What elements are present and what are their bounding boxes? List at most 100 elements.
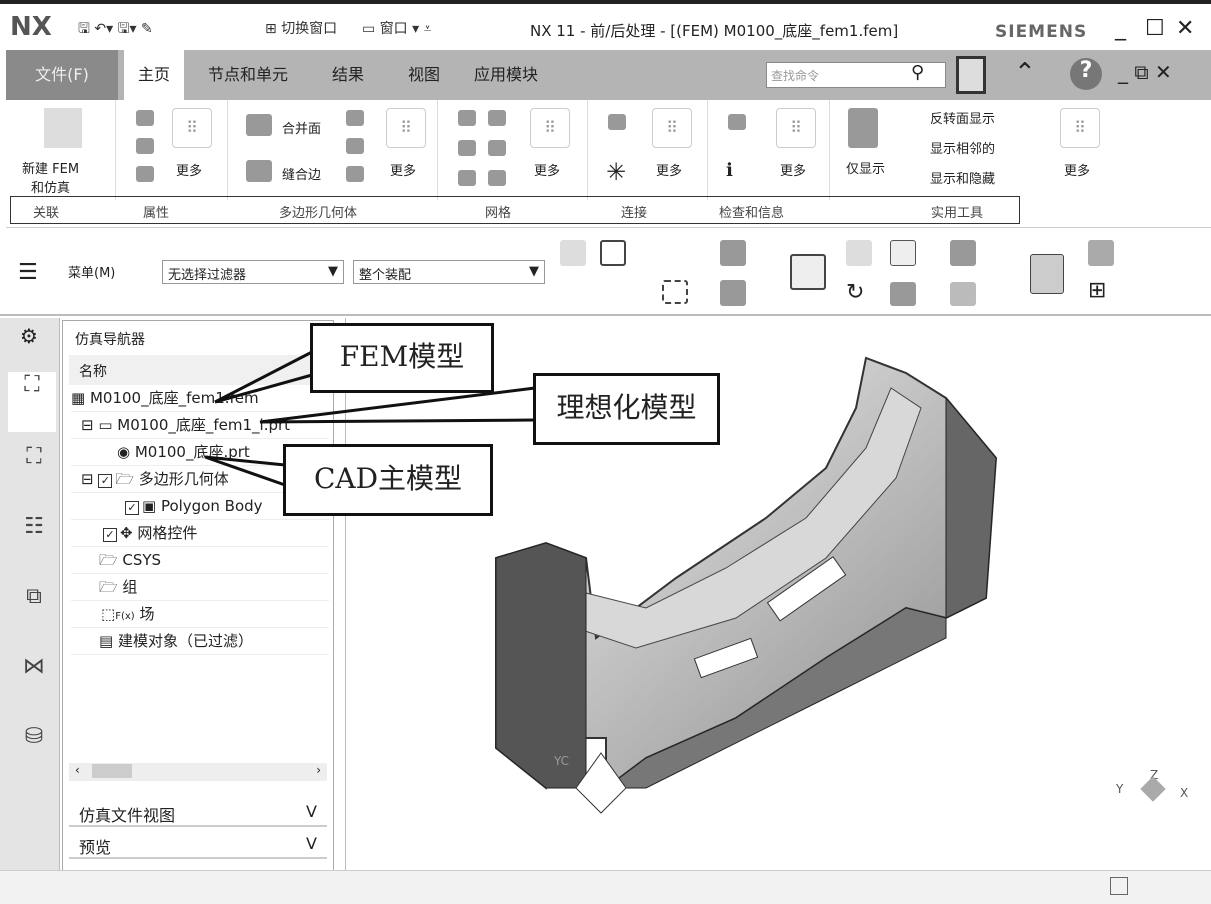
switch-window-button[interactable]: ⊞ 切换窗口 <box>265 18 337 38</box>
fullscreen-toggle-icon[interactable] <box>1110 877 1128 895</box>
attribute-icon-2[interactable] <box>136 138 154 154</box>
mesh-icon[interactable] <box>458 110 476 126</box>
tree-item-groups[interactable]: 🗁 组 <box>71 574 329 601</box>
tree-item-modeling-objects[interactable]: ▤ 建模对象（已过滤） <box>71 628 329 655</box>
grid-icon[interactable]: ⊞ <box>1088 278 1106 303</box>
save-icon[interactable]: 🖫 ↶▾ 🖫▾ ✎ <box>78 18 153 42</box>
tab-home[interactable]: 主页 <box>124 50 185 100</box>
tree-item-fem[interactable]: ▦ M0100_底座_fem1.fem <box>71 385 329 412</box>
minimize-button[interactable]: _ <box>1115 16 1126 41</box>
more-button[interactable]: ⠿ <box>530 108 570 148</box>
merge-face-button[interactable]: 合并面 <box>282 118 321 137</box>
simulation-navigator-tab[interactable]: ⛶ <box>8 372 56 432</box>
fem-navigator-tab[interactable]: ⛶ <box>10 444 58 504</box>
maximize-button[interactable]: ☐ <box>1145 16 1165 41</box>
search-icon[interactable]: ⚲ <box>911 62 924 83</box>
fullscreen-icon[interactable] <box>956 56 986 94</box>
mesh-icon-5[interactable] <box>458 170 476 186</box>
display-icon[interactable] <box>950 282 976 306</box>
mesh-icon-2[interactable] <box>488 110 506 126</box>
group-association[interactable]: 关联 <box>33 202 59 221</box>
constraint-navigator-tab[interactable]: ⋈ <box>10 654 58 714</box>
check-icon[interactable] <box>728 114 746 130</box>
rotate-icon[interactable]: ↻ <box>846 280 864 305</box>
assembly-navigator-tab[interactable]: ⧉ <box>10 584 58 644</box>
stitch-edge-button[interactable]: 缝合边 <box>282 164 321 183</box>
checkbox[interactable]: ✓ <box>125 501 139 515</box>
group-polygon-geometry[interactable]: 多边形几何体 <box>279 202 357 221</box>
fit-icon[interactable] <box>890 240 916 266</box>
checkbox[interactable]: ✓ <box>103 528 117 542</box>
show-adjacent-button[interactable]: 显示相邻的 <box>930 138 995 157</box>
info-icon[interactable]: ℹ <box>726 160 733 181</box>
mesh-icon-6[interactable] <box>488 170 506 186</box>
show-hide-button[interactable]: 显示和隐藏 <box>930 168 995 187</box>
rectangle-select-icon[interactable] <box>662 280 688 304</box>
spider-connection-icon[interactable]: ✳ <box>606 158 626 186</box>
sim-file-view-panel[interactable]: 仿真文件视图 V <box>69 799 327 827</box>
graphics-window[interactable]: YC Y Z X <box>345 318 1211 870</box>
connection-icon[interactable] <box>608 114 626 130</box>
mesh-icon-4[interactable] <box>488 140 506 156</box>
tab-nodes-elements[interactable]: 节点和单元 <box>194 50 302 100</box>
select-icon[interactable] <box>560 240 586 266</box>
tab-file[interactable]: 文件(F) <box>6 50 118 100</box>
light-icon[interactable] <box>1088 240 1114 266</box>
close-button[interactable]: ✕ <box>1176 16 1194 41</box>
tree-item-fields[interactable]: ⬚F(x) 场 <box>71 601 329 628</box>
group-check-info[interactable]: 检查和信息 <box>719 202 784 221</box>
tab-results[interactable]: 结果 <box>318 50 378 100</box>
more-button[interactable]: ⠿ <box>1060 108 1100 148</box>
box-icon[interactable] <box>720 240 746 266</box>
reverse-face-button[interactable]: 反转面显示 <box>930 108 995 127</box>
render-style-icon[interactable] <box>890 282 916 306</box>
merge-face-icon[interactable] <box>246 114 272 136</box>
geometry-icon-2[interactable] <box>346 138 364 154</box>
zoom-fit-icon[interactable] <box>790 254 826 290</box>
post-navigator-tab[interactable]: ☷ <box>10 514 58 574</box>
filter-icon[interactable] <box>600 240 626 266</box>
menu-icon[interactable]: ☰ <box>18 260 38 285</box>
checkbox[interactable]: ✓ <box>98 474 113 488</box>
tab-application[interactable]: 应用模块 <box>460 50 552 100</box>
help-icon[interactable]: ? <box>1070 58 1102 90</box>
attribute-icon[interactable] <box>136 110 154 126</box>
pan-icon[interactable] <box>846 240 872 266</box>
ribbon-window-controls[interactable]: _ ⧉ ✕ <box>1118 60 1172 84</box>
selection-filter-dropdown[interactable]: 无选择过滤器 ▼ <box>162 260 344 284</box>
lock-icon[interactable] <box>1030 254 1064 294</box>
item-label: 场 <box>139 605 155 623</box>
stitch-edge-icon[interactable] <box>246 160 272 182</box>
view-orient-icon[interactable] <box>950 240 976 266</box>
horizontal-scrollbar[interactable]: ‹ › <box>69 763 327 781</box>
collapse-ribbon-icon[interactable]: ⌃ <box>1014 58 1036 88</box>
group-attributes[interactable]: 属性 <box>143 202 169 221</box>
preview-panel[interactable]: 预览 V <box>69 831 327 859</box>
group-connection[interactable]: 连接 <box>621 202 647 221</box>
column-header-name[interactable]: 名称 <box>69 355 329 385</box>
tab-view[interactable]: 视图 <box>394 50 454 100</box>
assembly-scope-dropdown[interactable]: 整个装配 ▼ <box>353 260 545 284</box>
history-tab[interactable]: ⛁ <box>10 724 58 784</box>
section-icon[interactable] <box>720 280 746 306</box>
menu-button[interactable]: 菜单(M) <box>68 262 115 281</box>
gear-icon[interactable]: ⚙ <box>20 324 38 348</box>
more-button[interactable]: ⠿ <box>776 108 816 148</box>
more-button[interactable]: ⠿ <box>652 108 692 148</box>
group-utilities[interactable]: 实用工具 <box>931 202 983 221</box>
show-only-button[interactable]: 仅显示 <box>846 158 885 177</box>
new-fem-button[interactable]: 新建 FEM 和仿真 <box>6 100 116 200</box>
tree-item-mesh-controls[interactable]: ✓ ✥ 网格控件 <box>71 520 329 547</box>
more-button[interactable]: ⠿ <box>172 108 212 148</box>
tree-item-csys[interactable]: 🗁 CSYS <box>71 547 329 574</box>
more-label: 更多 <box>656 164 683 179</box>
more-button[interactable]: ⠿ <box>386 108 426 148</box>
mesh-icon-3[interactable] <box>458 140 476 156</box>
attribute-icon-3[interactable] <box>136 166 154 182</box>
group-mesh[interactable]: 网格 <box>485 202 511 221</box>
tree-item-idealized[interactable]: ⊟ ▭ M0100_底座_fem1_i.prt <box>71 412 329 439</box>
window-menu-button[interactable]: ▭ 窗口 ▾ ⩡ <box>362 18 432 38</box>
show-only-icon[interactable] <box>848 108 878 148</box>
geometry-icon-3[interactable] <box>346 166 364 182</box>
geometry-icon[interactable] <box>346 110 364 126</box>
